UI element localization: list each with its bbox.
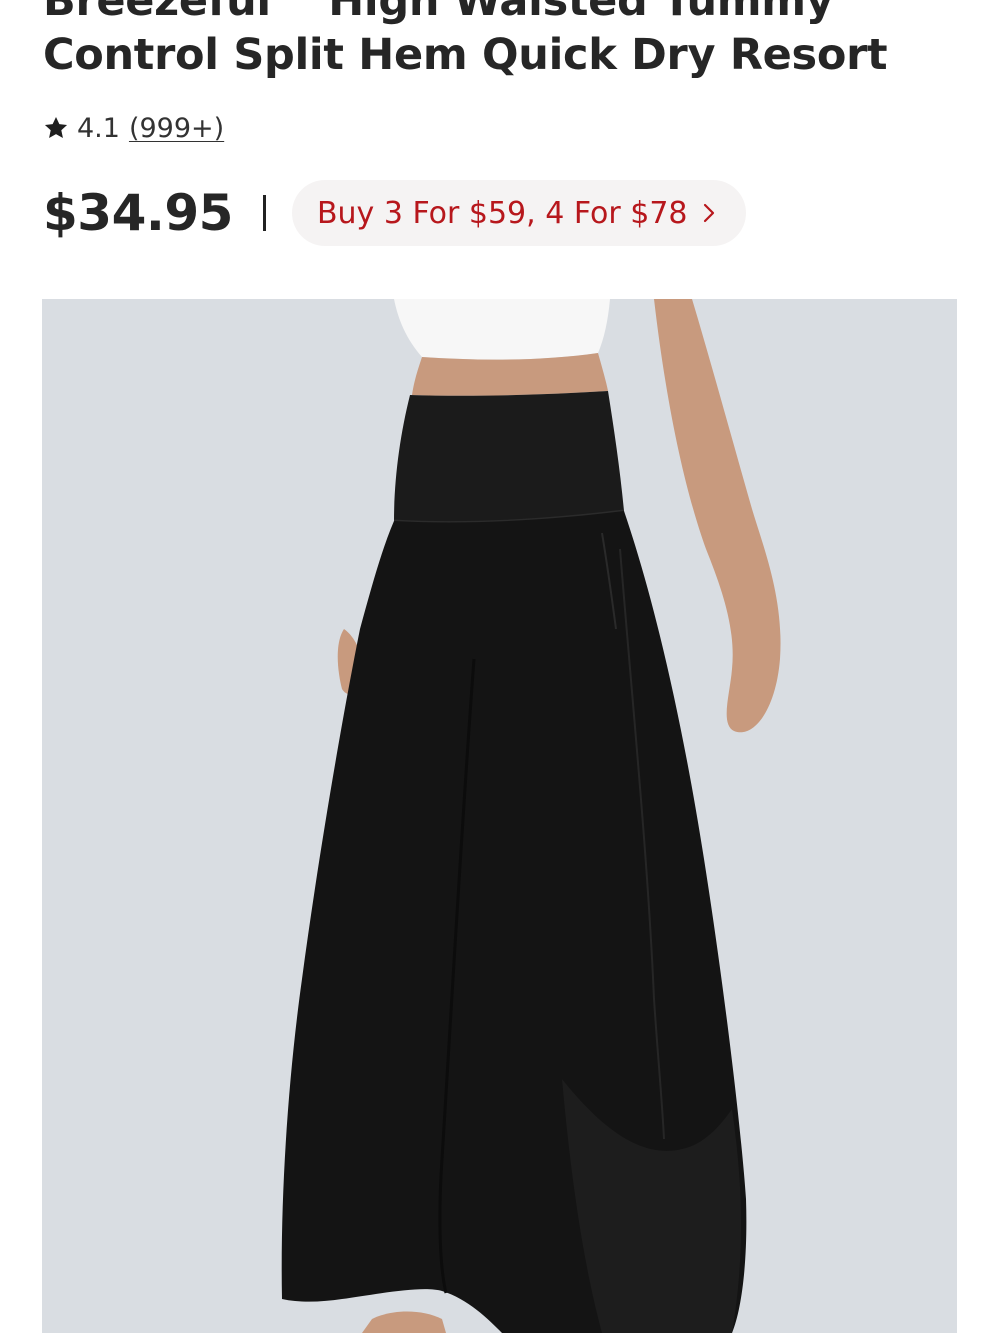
rating-row[interactable]: 4.1 (999+) <box>43 108 224 148</box>
chevron-right-icon <box>703 203 714 223</box>
product-image[interactable] <box>42 299 957 1333</box>
product-title-line-1: Breezeful™ High Waisted Tummy <box>43 0 834 26</box>
price-divider <box>262 195 266 231</box>
bundle-promo-label: Buy 3 For $59, 4 For $78 <box>316 195 688 231</box>
price-row: $34.95 Buy 3 For $59, 4 For $78 <box>43 178 746 248</box>
product-title-line-2: Control Split Hem Quick Dry Resort <box>43 30 888 80</box>
product-photo-black-wide-leg-pants <box>42 299 957 1333</box>
product-title: Breezeful™ High Waisted Tummy Control Sp… <box>43 0 963 82</box>
price: $34.95 <box>43 184 233 242</box>
star-icon <box>44 116 68 138</box>
bundle-promo-button[interactable]: Buy 3 For $59, 4 For $78 <box>291 180 746 246</box>
rating-value: 4.1 <box>77 112 120 144</box>
review-count-link[interactable]: (999+) <box>129 113 224 144</box>
